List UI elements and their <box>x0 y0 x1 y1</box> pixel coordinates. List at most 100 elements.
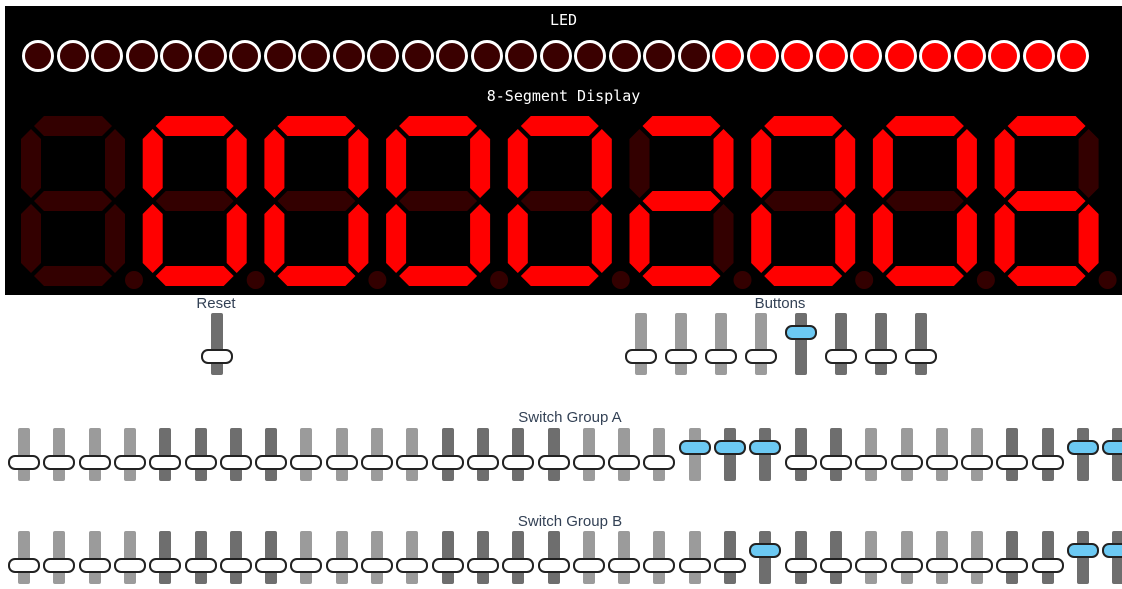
switch-knob[interactable] <box>825 349 857 364</box>
switch-knob[interactable] <box>996 558 1029 573</box>
switch-b-25[interactable] <box>890 531 923 584</box>
button-1[interactable] <box>665 313 697 375</box>
button-4[interactable] <box>785 313 817 375</box>
switch-knob[interactable] <box>431 455 464 470</box>
switch-a-31[interactable] <box>1102 428 1122 481</box>
switch-b-2[interactable] <box>78 531 111 584</box>
switch-knob[interactable] <box>572 558 605 573</box>
switch-b-19[interactable] <box>678 531 711 584</box>
switch-knob[interactable] <box>113 455 146 470</box>
switch-a-23[interactable] <box>819 428 852 481</box>
switch-knob[interactable] <box>149 455 182 470</box>
switch-b-1[interactable] <box>43 531 76 584</box>
switch-knob[interactable] <box>290 455 323 470</box>
switch-knob[interactable] <box>1031 455 1064 470</box>
switch-b-26[interactable] <box>925 531 958 584</box>
switch-knob[interactable] <box>678 440 711 455</box>
switch-knob[interactable] <box>43 455 76 470</box>
switch-knob[interactable] <box>8 455 40 470</box>
switch-knob[interactable] <box>819 455 852 470</box>
switch-knob[interactable] <box>184 558 217 573</box>
switch-b-21[interactable] <box>749 531 782 584</box>
switch-a-7[interactable] <box>255 428 288 481</box>
switch-knob[interactable] <box>625 349 657 364</box>
button-6[interactable] <box>865 313 897 375</box>
switch-knob[interactable] <box>905 349 937 364</box>
switch-a-17[interactable] <box>608 428 641 481</box>
switch-knob[interactable] <box>219 558 252 573</box>
switch-knob[interactable] <box>855 455 888 470</box>
switch-a-12[interactable] <box>431 428 464 481</box>
switch-b-16[interactable] <box>572 531 605 584</box>
switch-a-18[interactable] <box>643 428 676 481</box>
switch-a-21[interactable] <box>749 428 782 481</box>
switch-a-10[interactable] <box>361 428 393 481</box>
switch-knob[interactable] <box>290 558 323 573</box>
switch-knob[interactable] <box>219 455 252 470</box>
switch-b-5[interactable] <box>184 531 217 584</box>
switch-knob[interactable] <box>1102 440 1122 455</box>
switch-knob[interactable] <box>749 440 782 455</box>
switch-b-27[interactable] <box>961 531 994 584</box>
switch-knob[interactable] <box>537 455 570 470</box>
switch-knob[interactable] <box>502 558 535 573</box>
switch-a-9[interactable] <box>325 428 358 481</box>
switch-b-4[interactable] <box>149 531 182 584</box>
switch-a-0[interactable] <box>8 428 40 481</box>
switch-knob[interactable] <box>325 558 358 573</box>
switch-b-14[interactable] <box>502 531 535 584</box>
switch-knob[interactable] <box>255 455 288 470</box>
switch-b-12[interactable] <box>431 531 464 584</box>
switch-b-6[interactable] <box>219 531 252 584</box>
switch-b-9[interactable] <box>325 531 358 584</box>
switch-b-10[interactable] <box>361 531 393 584</box>
switch-knob[interactable] <box>714 440 746 455</box>
button-2[interactable] <box>705 313 737 375</box>
switch-b-15[interactable] <box>537 531 570 584</box>
switch-knob[interactable] <box>396 558 429 573</box>
switch-knob[interactable] <box>78 558 111 573</box>
switch-a-25[interactable] <box>890 428 923 481</box>
switch-knob[interactable] <box>855 558 888 573</box>
switch-b-20[interactable] <box>714 531 746 584</box>
switch-b-7[interactable] <box>255 531 288 584</box>
button-3[interactable] <box>745 313 777 375</box>
switch-knob[interactable] <box>572 455 605 470</box>
switch-b-18[interactable] <box>643 531 676 584</box>
switch-b-29[interactable] <box>1031 531 1064 584</box>
switch-knob[interactable] <box>890 455 923 470</box>
switch-b-17[interactable] <box>608 531 641 584</box>
switch-knob[interactable] <box>961 558 994 573</box>
switch-a-4[interactable] <box>149 428 182 481</box>
switch-a-5[interactable] <box>184 428 217 481</box>
switch-knob[interactable] <box>819 558 852 573</box>
switch-a-14[interactable] <box>502 428 535 481</box>
switch-knob[interactable] <box>784 558 817 573</box>
switch-a-28[interactable] <box>996 428 1029 481</box>
switch-knob[interactable] <box>925 455 958 470</box>
switch-a-26[interactable] <box>925 428 958 481</box>
switch-a-11[interactable] <box>396 428 429 481</box>
switch-knob[interactable] <box>643 455 676 470</box>
switch-a-19[interactable] <box>678 428 711 481</box>
switch-knob[interactable] <box>961 455 994 470</box>
switch-b-22[interactable] <box>784 531 817 584</box>
switch-knob[interactable] <box>925 558 958 573</box>
switch-knob[interactable] <box>643 558 676 573</box>
switch-knob[interactable] <box>665 349 697 364</box>
switch-knob[interactable] <box>361 558 393 573</box>
switch-knob[interactable] <box>865 349 897 364</box>
switch-a-6[interactable] <box>219 428 252 481</box>
switch-a-20[interactable] <box>714 428 746 481</box>
switch-a-22[interactable] <box>784 428 817 481</box>
switch-knob[interactable] <box>745 349 777 364</box>
switch-knob[interactable] <box>43 558 76 573</box>
switch-knob[interactable] <box>396 455 429 470</box>
switch-a-27[interactable] <box>961 428 994 481</box>
switch-knob[interactable] <box>466 558 499 573</box>
switch-a-1[interactable] <box>43 428 76 481</box>
switch-a-16[interactable] <box>572 428 605 481</box>
switch-knob[interactable] <box>996 455 1029 470</box>
switch-knob[interactable] <box>361 455 393 470</box>
switch-b-8[interactable] <box>290 531 323 584</box>
